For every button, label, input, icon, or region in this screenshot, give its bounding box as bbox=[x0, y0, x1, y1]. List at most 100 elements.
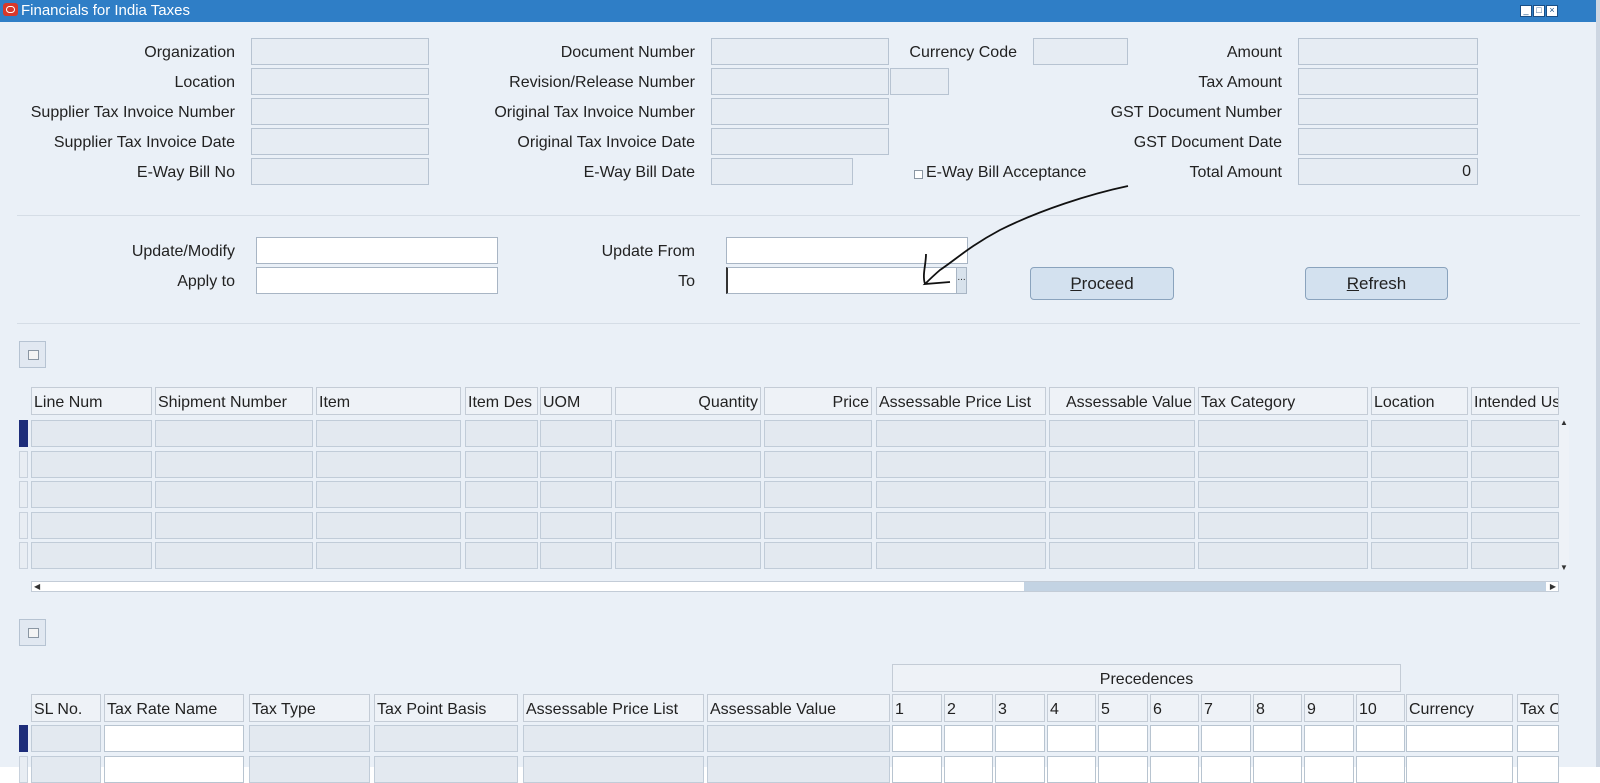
gst-document-date-field[interactable] bbox=[1298, 128, 1478, 155]
lines-cell[interactable] bbox=[465, 511, 538, 539]
tax-col-header[interactable]: Assessable Value bbox=[707, 694, 890, 722]
maximize-icon[interactable]: □ bbox=[1533, 5, 1545, 17]
apply-to-field[interactable] bbox=[256, 267, 498, 294]
lines-cell[interactable] bbox=[615, 420, 761, 447]
tax-cell[interactable] bbox=[1098, 756, 1148, 783]
lines-vertical-scrollbar[interactable]: ▲ ▼ bbox=[1559, 418, 1569, 572]
tax-cell[interactable] bbox=[995, 756, 1045, 783]
lines-col-header[interactable]: Item bbox=[316, 387, 461, 415]
lines-cell[interactable] bbox=[540, 420, 612, 447]
lines-cell[interactable] bbox=[764, 542, 872, 569]
lines-cell[interactable] bbox=[155, 542, 313, 569]
lines-cell[interactable] bbox=[31, 420, 152, 447]
tax-amount-field[interactable] bbox=[1298, 68, 1478, 95]
lines-cell[interactable] bbox=[465, 542, 538, 569]
tax-col-header[interactable]: Tax Point Basis bbox=[374, 694, 518, 722]
original-tax-invoice-date-field[interactable] bbox=[711, 128, 889, 155]
lines-cell[interactable] bbox=[1371, 420, 1468, 447]
tax-cell[interactable] bbox=[995, 725, 1045, 752]
tax-cell[interactable] bbox=[1356, 725, 1405, 752]
lines-cell[interactable] bbox=[155, 511, 313, 539]
lines-cell[interactable] bbox=[155, 420, 313, 447]
tax-cell[interactable] bbox=[707, 756, 890, 783]
tax-col-header[interactable]: 3 bbox=[995, 694, 1045, 722]
lines-cell[interactable] bbox=[316, 481, 461, 508]
tax-cell[interactable] bbox=[1253, 725, 1302, 752]
lines-cell[interactable] bbox=[1049, 450, 1195, 478]
document-number-field[interactable] bbox=[711, 38, 889, 65]
lines-col-header[interactable]: Item Des bbox=[465, 387, 538, 415]
lines-cell[interactable] bbox=[1471, 450, 1559, 478]
row-indicator[interactable] bbox=[19, 450, 28, 478]
tax-cell[interactable] bbox=[1356, 756, 1405, 783]
lines-col-header[interactable]: Shipment Number bbox=[155, 387, 313, 415]
lines-cell[interactable] bbox=[764, 511, 872, 539]
lines-cell[interactable] bbox=[31, 511, 152, 539]
lines-cell[interactable] bbox=[465, 481, 538, 508]
close-icon[interactable]: × bbox=[1546, 5, 1558, 17]
row-indicator[interactable] bbox=[19, 756, 28, 783]
tax-cell[interactable] bbox=[1150, 725, 1199, 752]
lines-cell[interactable] bbox=[1371, 542, 1468, 569]
lines-cell[interactable] bbox=[615, 450, 761, 478]
tax-cell[interactable] bbox=[1304, 756, 1354, 783]
tax-col-header[interactable]: 2 bbox=[944, 694, 993, 722]
tax-col-header[interactable]: 7 bbox=[1201, 694, 1251, 722]
lines-cell[interactable] bbox=[1198, 420, 1368, 447]
tax-cell[interactable] bbox=[1517, 725, 1559, 752]
lines-cell[interactable] bbox=[316, 511, 461, 539]
tax-cell[interactable] bbox=[892, 725, 942, 752]
lines-cell[interactable] bbox=[316, 450, 461, 478]
eway-bill-no-field[interactable] bbox=[251, 158, 429, 185]
lines-cell[interactable] bbox=[155, 450, 313, 478]
lines-cell[interactable] bbox=[540, 481, 612, 508]
tax-cell[interactable] bbox=[104, 756, 244, 783]
tax-cell[interactable] bbox=[104, 725, 244, 752]
tax-col-header[interactable]: 1 bbox=[892, 694, 942, 722]
revision-release-number-suffix-field[interactable] bbox=[890, 68, 949, 95]
lines-cell[interactable] bbox=[31, 450, 152, 478]
tax-cell[interactable] bbox=[1047, 725, 1096, 752]
tax-col-header[interactable]: 4 bbox=[1047, 694, 1096, 722]
folder-tools-icon[interactable] bbox=[19, 341, 46, 368]
lines-cell[interactable] bbox=[1471, 542, 1559, 569]
lines-cell[interactable] bbox=[316, 420, 461, 447]
tax-cell[interactable] bbox=[1517, 756, 1559, 783]
tax-col-header[interactable]: 9 bbox=[1304, 694, 1354, 722]
minimize-icon[interactable]: _ bbox=[1520, 5, 1532, 17]
lines-cell[interactable] bbox=[316, 542, 461, 569]
horizontal-scroll-thumb[interactable] bbox=[1024, 582, 1546, 591]
lines-cell[interactable] bbox=[1049, 511, 1195, 539]
tax-col-header[interactable]: 10 bbox=[1356, 694, 1405, 722]
lines-col-header[interactable]: UOM bbox=[540, 387, 612, 415]
lines-horizontal-scrollbar[interactable]: ◀ ▶ bbox=[31, 581, 1559, 592]
lines-cell[interactable] bbox=[1049, 481, 1195, 508]
folder-tools-icon-2[interactable] bbox=[19, 619, 46, 646]
lines-cell[interactable] bbox=[31, 542, 152, 569]
lines-cell[interactable] bbox=[876, 511, 1046, 539]
lines-cell[interactable] bbox=[876, 450, 1046, 478]
amount-field[interactable] bbox=[1298, 38, 1478, 65]
lines-cell[interactable] bbox=[465, 450, 538, 478]
lines-cell[interactable] bbox=[876, 420, 1046, 447]
lines-cell[interactable] bbox=[1049, 542, 1195, 569]
row-indicator[interactable] bbox=[19, 542, 28, 569]
tax-cell[interactable] bbox=[944, 725, 993, 752]
original-tax-invoice-number-field[interactable] bbox=[711, 98, 889, 125]
lines-col-header[interactable]: Assessable Value bbox=[1049, 387, 1195, 415]
lines-cell[interactable] bbox=[764, 481, 872, 508]
lines-col-header[interactable]: Assessable Price List bbox=[876, 387, 1046, 415]
lines-col-header[interactable]: Quantity bbox=[615, 387, 761, 415]
lines-cell[interactable] bbox=[465, 420, 538, 447]
revision-release-number-field[interactable] bbox=[711, 68, 889, 95]
lines-cell[interactable] bbox=[540, 542, 612, 569]
lines-cell[interactable] bbox=[1198, 481, 1368, 508]
tax-cell[interactable] bbox=[1098, 725, 1148, 752]
tax-col-header[interactable]: 8 bbox=[1253, 694, 1302, 722]
tax-cell[interactable] bbox=[1406, 725, 1513, 752]
supplier-tax-invoice-date-field[interactable] bbox=[251, 128, 429, 155]
total-amount-field[interactable]: 0 bbox=[1298, 158, 1478, 185]
tax-cell[interactable] bbox=[31, 725, 101, 752]
lines-cell[interactable] bbox=[1471, 511, 1559, 539]
lines-cell[interactable] bbox=[1198, 511, 1368, 539]
